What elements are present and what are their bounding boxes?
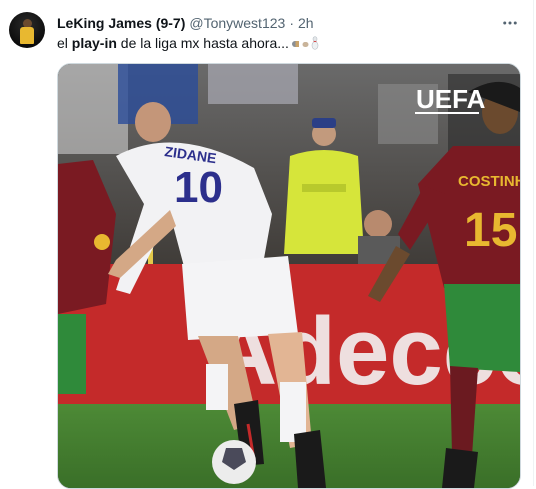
zidane-number: 10 bbox=[174, 163, 223, 212]
display-name[interactable]: LeKing James (9-7) bbox=[57, 15, 185, 31]
tweet-text-suffix: de la liga mx hasta ahora... bbox=[116, 35, 289, 51]
separator-dot: · bbox=[289, 15, 294, 31]
costinha-number: 15 bbox=[464, 204, 517, 257]
avatar[interactable] bbox=[9, 12, 45, 48]
tweet-video[interactable]: Adecco 10 ZIDANE bbox=[57, 63, 521, 489]
more-horizontal-icon bbox=[503, 21, 517, 25]
bowling-pin-icon bbox=[311, 36, 319, 53]
more-options-button[interactable] bbox=[500, 14, 520, 32]
football bbox=[212, 440, 256, 484]
tweet-card[interactable]: LeKing James (9-7) @Tonywest123 · 2h el … bbox=[0, 0, 536, 489]
costinha-name: COSTINHA bbox=[458, 173, 520, 190]
tweet-text: el play-in de la liga mx hasta ahora... bbox=[57, 35, 319, 53]
user-handle[interactable]: @Tonywest123 bbox=[189, 15, 285, 31]
uefa-watermark: UEFA bbox=[416, 84, 486, 114]
timestamp[interactable]: 2h bbox=[298, 15, 314, 31]
pill-icon bbox=[302, 36, 309, 52]
video-frame: Adecco 10 ZIDANE bbox=[58, 64, 520, 488]
column-divider bbox=[533, 0, 534, 486]
pill-icon bbox=[291, 36, 300, 52]
avatar-jersey bbox=[20, 27, 34, 44]
tweet-text-bold: play-in bbox=[71, 35, 117, 51]
tweet-text-prefix: el bbox=[57, 35, 72, 51]
tweet-header: LeKing James (9-7) @Tonywest123 · 2h bbox=[57, 14, 314, 32]
